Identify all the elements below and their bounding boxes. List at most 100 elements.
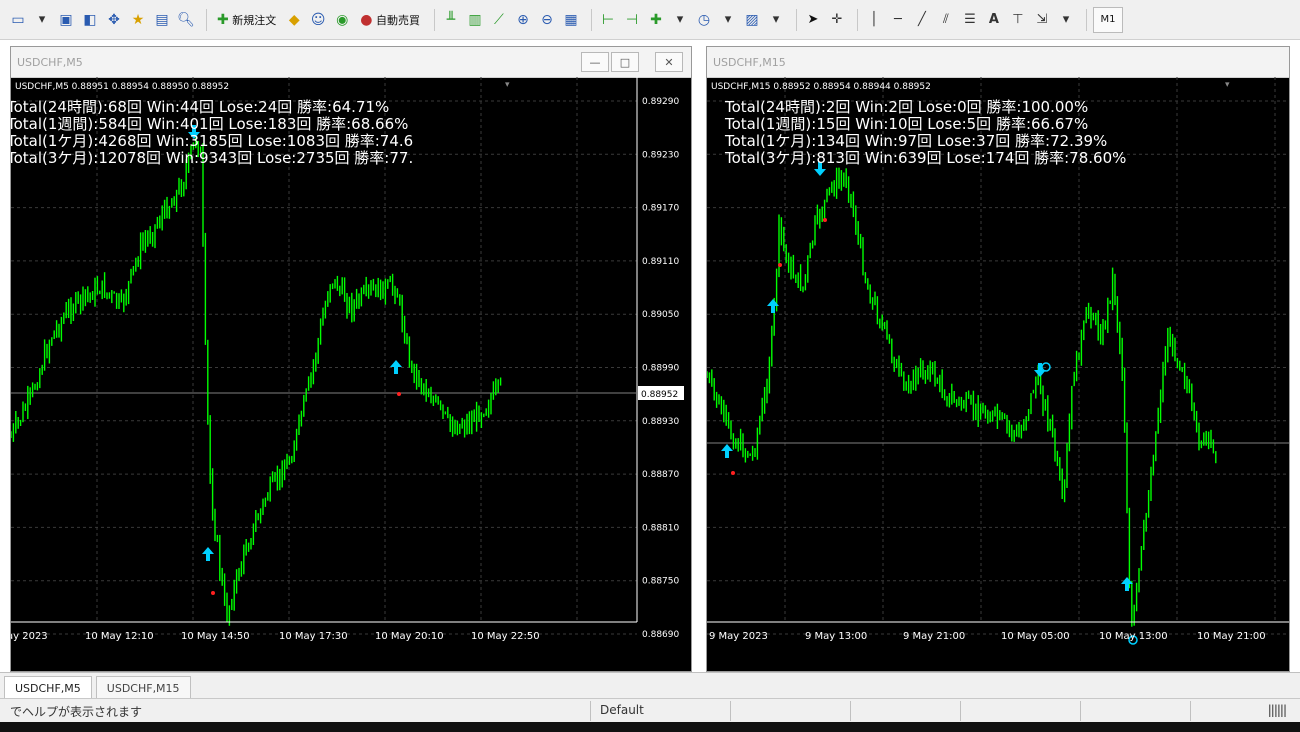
- chart-window-usdchf-m15[interactable]: USDCHF,M15 USDCHF,M15 0.88952 0.88954 0.…: [706, 46, 1290, 672]
- tile-windows-icon[interactable]: ▦: [561, 8, 581, 32]
- status-divider: [1190, 701, 1191, 721]
- candlestick-icon[interactable]: ▥: [465, 8, 485, 32]
- time-tick-label: 10 May 22:50: [471, 631, 540, 642]
- vertical-line-icon[interactable]: │: [864, 8, 884, 32]
- time-tick-label: 10 May 21:00: [1197, 631, 1266, 642]
- zoom-in-icon[interactable]: ⊕: [513, 8, 533, 32]
- text-icon[interactable]: A: [984, 8, 1004, 32]
- price-tick-label: 0.88750: [642, 577, 679, 587]
- dropdown-icon[interactable]: ▾: [670, 8, 690, 32]
- arrows-icon[interactable]: ⇲: [1032, 8, 1052, 32]
- crosshair-icon[interactable]: ✛: [827, 8, 847, 32]
- chart-tabs: USDCHF,M5 USDCHF,M15: [0, 672, 1300, 699]
- chart-window-usdchf-m5[interactable]: USDCHF,M5 — □ ✕ 0.89290 0.89230 0.89170 0.8…: [10, 46, 692, 672]
- toolbar-separator: [795, 8, 797, 31]
- price-axis: 0.89290 0.89230 0.89170 0.89110 0.89050 0.889…: [642, 97, 679, 640]
- strategy-tester-icon[interactable]: 🔍︎: [176, 8, 196, 32]
- price-tick-label: 0.88870: [642, 470, 679, 480]
- timeframe-m1-button[interactable]: M1: [1092, 6, 1123, 33]
- toolbar-separator: [856, 8, 858, 31]
- window-title: USDCHF,M15: [713, 55, 786, 69]
- users-icon[interactable]: ☺: [308, 8, 328, 32]
- close-button[interactable]: ✕: [655, 52, 683, 72]
- toolbar-separator: [590, 8, 592, 31]
- tab-usdchf-m15[interactable]: USDCHF,M15: [95, 676, 191, 699]
- buy-arrow-icon: [721, 444, 733, 458]
- price-tick-label: 0.88990: [642, 364, 679, 374]
- main-toolbar: ▭ ▾ ▣ ◧ ✥ ★ ▤ 🔍︎ ✚ 新規注文 ◆ ☺ ◉ ● 自動売買 ╨ ▥…: [0, 0, 1300, 40]
- auto-scroll-icon[interactable]: ⊢: [598, 8, 618, 32]
- text-label-icon[interactable]: ⊤: [1008, 8, 1028, 32]
- signal-markers: [188, 125, 402, 595]
- buy-arrow-icon: [390, 360, 402, 374]
- signal-dot: [211, 591, 215, 595]
- status-bar: でヘルプが表示されます Default ||||||: [0, 698, 1300, 723]
- price-tick-label: 0.89170: [642, 204, 679, 214]
- toolbar-separator: [206, 8, 207, 31]
- status-divider: [960, 701, 961, 721]
- signals-icon[interactable]: ◉: [332, 8, 352, 32]
- minimize-button[interactable]: —: [581, 52, 609, 72]
- data-window-icon[interactable]: ✥: [104, 8, 124, 32]
- price-tick-label: 0.88810: [642, 523, 679, 533]
- profiles-icon[interactable]: ▣: [56, 8, 76, 32]
- symbol-info-line: USDCHF,M5 0.88951 0.88954 0.88950 0.8895…: [15, 82, 229, 92]
- price-tick-label: 0.89230: [642, 150, 679, 160]
- maximize-button[interactable]: □: [611, 52, 639, 72]
- price-chart-m5[interactable]: 0.89290 0.89230 0.89170 0.89110 0.89050 0.889…: [11, 77, 691, 671]
- trendline-icon[interactable]: ╱: [912, 8, 932, 32]
- time-tick-label: 9 May 21:00: [903, 631, 965, 642]
- stats-line-1w: Total(1週間):15回 Win:10回 Lose:5回 勝率:66.67%: [724, 115, 1088, 133]
- equidistant-channel-icon[interactable]: ⫽: [936, 8, 956, 32]
- time-tick-label: 10 May 12:10: [85, 631, 154, 642]
- stats-line-3m: Total(3ケ月):12078回 Win:9343回 Lose:2735回 勝…: [11, 149, 413, 167]
- price-series: [707, 167, 1217, 627]
- chart-workspace: USDCHF,M5 — □ ✕ 0.89290 0.89230 0.89170 0.8…: [0, 40, 1300, 672]
- auto-trade-button[interactable]: ● 自動売買: [356, 8, 424, 32]
- fibonacci-icon[interactable]: ☰: [960, 8, 980, 32]
- window-titlebar[interactable]: USDCHF,M5 — □ ✕: [11, 47, 691, 78]
- horizontal-line-icon[interactable]: ─: [888, 8, 908, 32]
- new-order-button[interactable]: ✚ 新規注文: [213, 8, 280, 32]
- toolbar-separator: [433, 8, 435, 31]
- signal-dot: [731, 471, 735, 475]
- time-axis: ay 2023 10 May 12:10 10 May 14:50 10 May 17…: [11, 631, 540, 642]
- time-tick-label: 9 May 2023: [709, 631, 768, 642]
- window-titlebar[interactable]: USDCHF,M15: [707, 47, 1289, 78]
- bar-chart-icon[interactable]: ╨: [441, 8, 461, 32]
- dropdown-icon[interactable]: ▾: [766, 8, 786, 32]
- status-help-text: でヘルプが表示されます: [10, 705, 143, 719]
- price-tick-label: 0.89050: [642, 310, 679, 320]
- stats-line-1w: Total(1週間):584回 Win:401回 Lose:183回 勝率:68…: [11, 115, 408, 133]
- periods-icon[interactable]: ◷: [694, 8, 714, 32]
- metaeditor-icon[interactable]: ◆: [284, 8, 304, 32]
- line-chart-icon[interactable]: ⟋: [489, 8, 509, 32]
- indicators-icon[interactable]: ✚: [646, 8, 666, 32]
- market-watch-icon[interactable]: ◧: [80, 8, 100, 32]
- status-divider: [850, 701, 851, 721]
- time-tick-label: ay 2023: [11, 631, 48, 642]
- status-divider: [1080, 701, 1081, 721]
- buy-arrow-icon: [202, 547, 214, 561]
- price-tick-label: 0.89110: [642, 257, 679, 267]
- stats-line-24h: Total(24時間):68回 Win:44回 Lose:24回 勝率:64.7…: [11, 98, 389, 116]
- dropdown-icon[interactable]: ▾: [1056, 8, 1076, 32]
- dropdown-icon[interactable]: ▾: [32, 8, 52, 32]
- chart-shift-icon[interactable]: ⊣: [622, 8, 642, 32]
- stats-line-3m: Total(3ケ月):813回 Win:639回 Lose:174回 勝率:78…: [724, 149, 1126, 167]
- dropdown-icon[interactable]: ▾: [718, 8, 738, 32]
- navigator-icon[interactable]: ★: [128, 8, 148, 32]
- window-title: USDCHF,M5: [17, 55, 83, 69]
- price-chart-m15[interactable]: USDCHF,M15 0.88952 0.88954 0.88944 0.889…: [707, 77, 1289, 671]
- terminal-icon[interactable]: ▤: [152, 8, 172, 32]
- symbol-info-line: USDCHF,M15 0.88952 0.88954 0.88944 0.889…: [711, 82, 931, 92]
- cursor-icon[interactable]: ➤: [803, 8, 823, 32]
- connection-status-icon: ||||||: [1267, 703, 1287, 717]
- status-divider: [590, 701, 591, 721]
- signal-dot: [823, 218, 827, 222]
- chart-shift-marker-icon: ▾: [505, 80, 510, 90]
- tab-usdchf-m5[interactable]: USDCHF,M5: [4, 676, 92, 699]
- templates-icon[interactable]: ▨: [742, 8, 762, 32]
- new-chart-icon[interactable]: ▭: [8, 8, 28, 32]
- zoom-out-icon[interactable]: ⊖: [537, 8, 557, 32]
